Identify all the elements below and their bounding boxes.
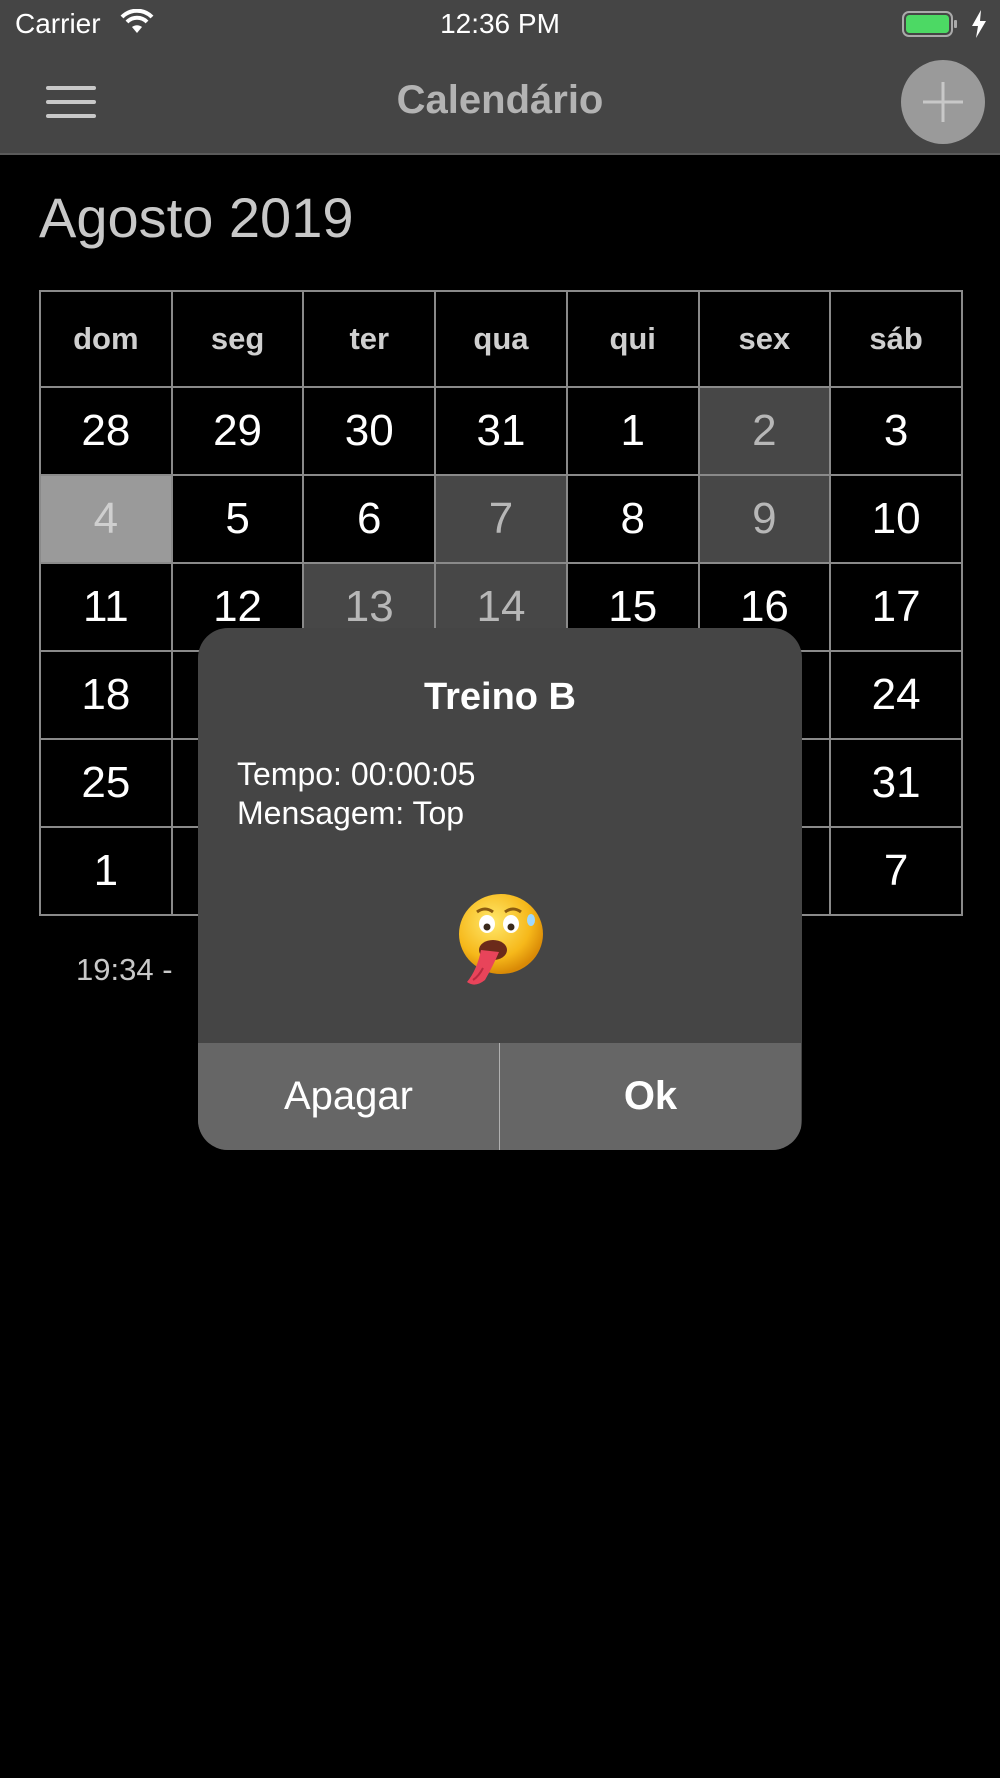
dialog-title: Treino B	[423, 676, 577, 718]
ok-button[interactable]: Ok	[500, 1043, 801, 1150]
dialog-time: Tempo: 00:00:05	[237, 756, 476, 792]
dialog-message: Mensagem: Top	[237, 795, 465, 831]
dialog-overlay: Treino B Tempo: 00:00:05 Mensagem: Top A…	[0, 0, 1000, 1778]
workout-dialog: Treino B Tempo: 00:00:05 Mensagem: Top A…	[198, 628, 802, 1150]
dialog-buttons: Apagar Ok	[198, 1043, 802, 1150]
delete-button[interactable]: Apagar	[198, 1043, 499, 1150]
calendar-screen: Carrier 12:36 PM Calendário Agosto 2019 …	[0, 0, 1000, 1778]
exhausted-face-emoji-icon	[459, 894, 543, 985]
